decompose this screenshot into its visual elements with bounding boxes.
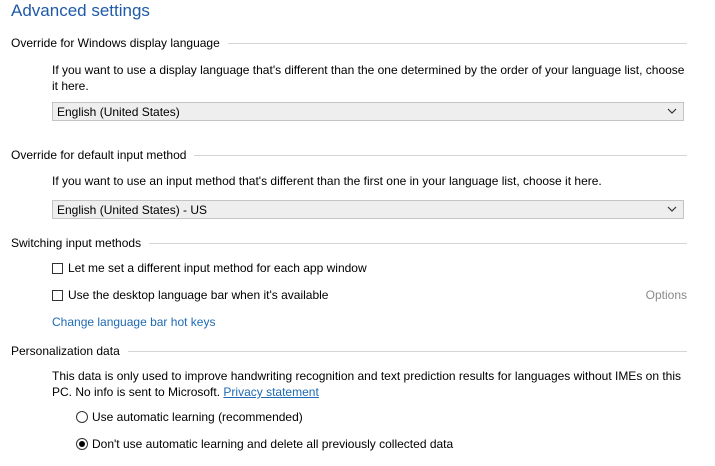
no-auto-learning-label: Don't use automatic learning and delete …: [92, 437, 454, 451]
per-app-input-checkbox[interactable]: [52, 262, 63, 274]
page-title: Advanced settings: [11, 1, 150, 20]
options-link[interactable]: Options: [646, 288, 687, 302]
dropdown-value: English (United States): [57, 105, 180, 119]
auto-learning-label: Use automatic learning (recommended): [92, 410, 303, 424]
no-auto-learning-option[interactable]: Don't use automatic learning and delete …: [76, 437, 453, 451]
display-language-dropdown[interactable]: English (United States): [52, 102, 684, 121]
hotkeys-row: Change language bar hot keys: [52, 315, 215, 329]
dropdown-value: English (United States) - US: [57, 203, 208, 217]
chevron-down-icon: [667, 206, 677, 212]
display-language-description: If you want to use a display language th…: [52, 63, 685, 93]
auto-learning-option[interactable]: Use automatic learning (recommended): [76, 410, 303, 424]
section-personalization: Personalization data: [11, 344, 687, 358]
section-heading: Override for default input method: [11, 148, 187, 162]
section-display-language: Override for Windows display language: [11, 36, 687, 50]
per-app-input-row[interactable]: Let me set a different input method for …: [52, 261, 367, 275]
change-hotkeys-link[interactable]: Change language bar hot keys: [52, 315, 215, 329]
section-heading: Switching input methods: [11, 236, 142, 250]
section-input-method: Override for default input method: [11, 148, 687, 162]
per-app-input-label: Let me set a different input method for …: [68, 261, 367, 275]
section-divider: [194, 154, 687, 156]
input-method-description: If you want to use an input method that'…: [52, 174, 602, 188]
auto-learning-radio[interactable]: [76, 411, 88, 423]
personalization-description: This data is only used to improve handwr…: [52, 368, 690, 400]
personalization-text: This data is only used to improve handwr…: [52, 369, 682, 399]
section-heading: Override for Windows display language: [11, 36, 220, 50]
no-auto-learning-radio[interactable]: [76, 438, 88, 450]
language-bar-checkbox[interactable]: [52, 289, 63, 301]
section-divider: [149, 242, 687, 244]
section-switching: Switching input methods: [11, 236, 687, 250]
input-method-dropdown[interactable]: English (United States) - US: [52, 200, 684, 219]
section-heading: Personalization data: [11, 344, 120, 358]
language-bar-label: Use the desktop language bar when it's a…: [68, 288, 329, 302]
section-divider: [127, 350, 687, 352]
chevron-down-icon: [667, 108, 677, 114]
privacy-statement-link[interactable]: Privacy statement: [223, 385, 318, 399]
section-divider: [227, 42, 687, 44]
language-bar-row[interactable]: Use the desktop language bar when it's a…: [52, 288, 328, 302]
